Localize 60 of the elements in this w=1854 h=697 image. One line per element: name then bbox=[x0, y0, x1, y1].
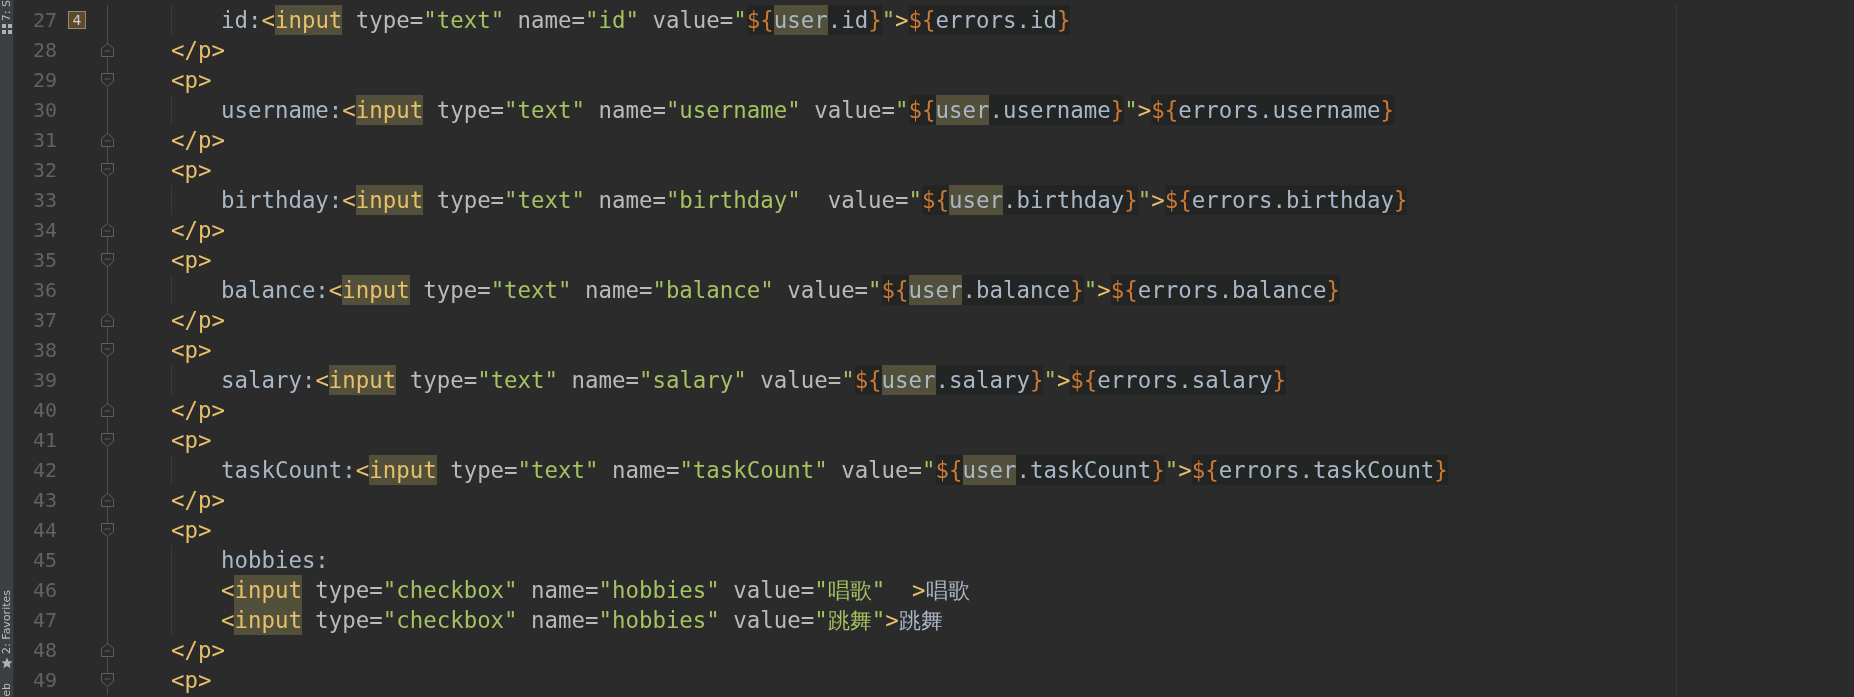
line-number: 41 bbox=[31, 427, 57, 454]
code-line: </p> bbox=[117, 485, 1677, 515]
collapse-icon[interactable] bbox=[100, 342, 115, 358]
line-number: 36 bbox=[31, 277, 57, 304]
line-number: 49 bbox=[31, 667, 57, 694]
line-number: 31 bbox=[31, 127, 57, 154]
code-line: taskCount:<input type="text" name="taskCount" value="${user.taskCount}">${errors.taskCount} bbox=[117, 455, 1677, 485]
line-number: 32 bbox=[31, 157, 57, 184]
line-number: 43 bbox=[31, 487, 57, 514]
code-line: </p> bbox=[117, 215, 1677, 245]
code-line: </p> bbox=[117, 305, 1677, 335]
line-number: 47 bbox=[31, 607, 57, 634]
code-line: </p> bbox=[117, 635, 1677, 665]
line-number: 28 bbox=[31, 37, 57, 64]
code-line: <p> bbox=[117, 665, 1677, 695]
line-number: 33 bbox=[31, 187, 57, 214]
code-line: <input type="checkbox" name="hobbies" value="跳舞">跳舞 bbox=[117, 605, 1677, 635]
collapse-icon[interactable] bbox=[100, 492, 115, 508]
tool-window-tab[interactable]: 2: Favorites bbox=[0, 590, 13, 670]
code-line: </p> bbox=[117, 395, 1677, 425]
line-number: 48 bbox=[31, 637, 57, 664]
collapse-icon[interactable] bbox=[100, 42, 115, 58]
line-number: 34 bbox=[31, 217, 57, 244]
tool-window-tab[interactable]: eb bbox=[0, 683, 13, 697]
line-number: 27 bbox=[31, 7, 57, 34]
line-number: 39 bbox=[31, 367, 57, 394]
line-number: 42 bbox=[31, 457, 57, 484]
code-line: birthday:<input type="text" name="birthday" value="${user.birthday}">${errors.birthday} bbox=[117, 185, 1677, 215]
collapse-icon[interactable] bbox=[100, 672, 115, 688]
star-icon bbox=[0, 657, 13, 670]
collapse-icon[interactable] bbox=[100, 642, 115, 658]
collapse-icon[interactable] bbox=[100, 222, 115, 238]
code-line: </p> bbox=[117, 125, 1677, 155]
code-line: balance:<input type="text" name="balance" value="${user.balance}">${errors.balance} bbox=[117, 275, 1677, 305]
line-number: 37 bbox=[31, 307, 57, 334]
collapse-icon[interactable] bbox=[100, 162, 115, 178]
code-line: <p> bbox=[117, 515, 1677, 545]
code-line: salary:<input type="text" name="salary" value="${user.salary}">${errors.salary} bbox=[117, 365, 1677, 395]
collapse-icon[interactable] bbox=[100, 252, 115, 268]
collapse-icon[interactable] bbox=[100, 432, 115, 448]
tool-window-tab[interactable]: 7: S bbox=[0, 0, 13, 35]
line-number: 46 bbox=[31, 577, 57, 604]
line-number: 44 bbox=[31, 517, 57, 544]
line-number: 35 bbox=[31, 247, 57, 274]
grid-icon bbox=[1, 24, 12, 35]
collapse-icon[interactable] bbox=[100, 402, 115, 418]
line-number: 30 bbox=[31, 97, 57, 124]
line-number: 29 bbox=[31, 67, 57, 94]
collapse-icon[interactable] bbox=[100, 312, 115, 328]
line-number: 45 bbox=[31, 547, 57, 574]
code-line: </p> bbox=[117, 35, 1677, 65]
line-number: 38 bbox=[31, 337, 57, 364]
collapse-icon[interactable] bbox=[100, 72, 115, 88]
bookmark-badge[interactable]: 4 bbox=[68, 11, 86, 29]
code-line: <input type="checkbox" name="hobbies" value="唱歌" >唱歌 bbox=[117, 575, 1677, 605]
collapse-icon[interactable] bbox=[100, 522, 115, 538]
collapse-icon[interactable] bbox=[100, 132, 115, 148]
code-line: id:<input type="text" name="id" value="${user.id}">${errors.id} bbox=[117, 5, 1677, 35]
code-line: username:<input type="text" name="username" value="${user.username}">${errors.username} bbox=[117, 95, 1677, 125]
line-number: 40 bbox=[31, 397, 57, 424]
